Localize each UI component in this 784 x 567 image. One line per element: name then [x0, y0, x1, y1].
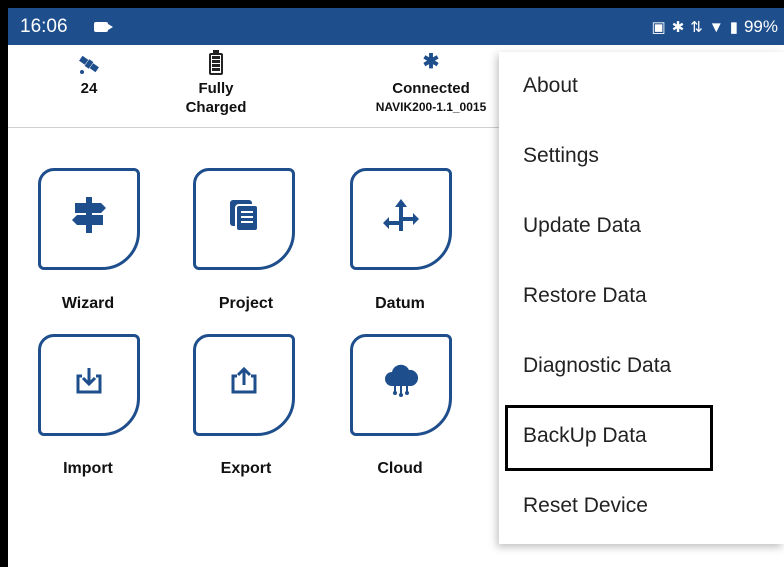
battery-status-line2: Charged [185, 99, 247, 116]
menu-item-update-data[interactable]: Update Data [499, 192, 784, 262]
menu-item-label: Reset Device [523, 494, 648, 517]
satellite-status: 24 [66, 53, 112, 98]
bluetooth-icon: ✱ [671, 19, 685, 36]
status-indicators: ▣ ✱ ⇅ ▼ ▮ 99% [652, 17, 779, 37]
menu-item-label: Restore Data [523, 284, 647, 307]
cloud-icon [383, 364, 419, 407]
satellite-icon [66, 53, 112, 79]
data-arrows-icon: ⇅ [690, 19, 703, 36]
status-time: 16:06 [20, 16, 68, 37]
bluetooth-status: ✱ Connected NAVIK200-1.1_0015 [356, 51, 506, 117]
tile-label-cloud: Cloud [377, 460, 423, 477]
screen-record-icon [94, 22, 113, 32]
menu-item-settings[interactable]: Settings [499, 122, 784, 192]
tile-label-project: Project [218, 295, 274, 312]
battery-status-line1: Fully [198, 80, 234, 97]
cast-icon: ▣ [651, 19, 666, 36]
wifi-icon: ▼ [708, 18, 724, 36]
bluetooth-connected-icon: ✱ [422, 51, 440, 73]
tile-label-datum: Datum [375, 295, 425, 312]
tile-import[interactable] [38, 334, 140, 436]
export-icon [229, 366, 259, 405]
menu-item-label: Update Data [523, 214, 641, 237]
menu-item-reset-device[interactable]: Reset Device [499, 472, 784, 542]
battery-percent: 99% [743, 17, 778, 36]
tile-export[interactable] [193, 334, 295, 436]
signpost-icon [71, 195, 107, 244]
tile-cloud[interactable] [350, 334, 452, 436]
tile-label-export: Export [220, 460, 272, 477]
menu-item-diagnostic-data[interactable]: Diagnostic Data [499, 332, 784, 402]
menu-item-label: Diagnostic Data [523, 354, 672, 377]
selection-highlight [505, 405, 713, 471]
menu-item-about[interactable]: About [499, 52, 784, 122]
battery-full-icon [176, 50, 256, 79]
bluetooth-status-text: Connected [392, 80, 470, 97]
tile-datum[interactable] [350, 168, 452, 270]
menu-item-label: About [523, 74, 578, 97]
battery-icon: ▮ [729, 19, 738, 36]
menu-item-restore-data[interactable]: Restore Data [499, 262, 784, 332]
menu-item-label: Settings [523, 144, 599, 167]
battery-status: Fully Charged [176, 50, 256, 117]
documents-icon [228, 198, 260, 241]
tile-project[interactable] [193, 168, 295, 270]
status-bar: 16:06 ▣ ✱ ⇅ ▼ ▮ 99% [8, 8, 784, 45]
device-name: NAVIK200-1.1_0015 [375, 100, 487, 114]
tile-label-wizard: Wizard [61, 295, 115, 312]
axis-arrows-icon [382, 196, 420, 243]
import-icon [74, 366, 104, 405]
tile-label-import: Import [63, 460, 113, 477]
tile-wizard[interactable] [38, 168, 140, 270]
satellite-count: 24 [80, 80, 98, 97]
